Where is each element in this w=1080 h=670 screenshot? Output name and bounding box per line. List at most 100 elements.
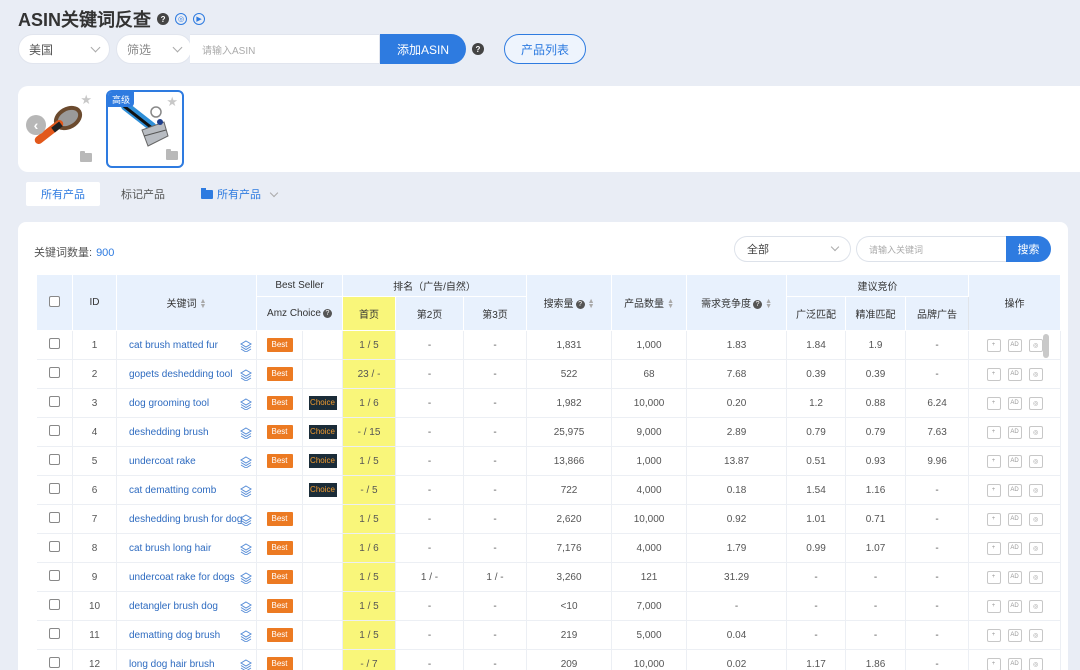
sort-icon[interactable]: ▲ ▼ — [765, 298, 772, 310]
star-icon[interactable]: ★ — [80, 92, 92, 108]
scrollbar-thumb[interactable] — [1043, 334, 1049, 358]
add-icon[interactable]: + — [986, 454, 1001, 468]
detail-icon[interactable]: ◎ — [1028, 454, 1043, 468]
row-checkbox[interactable] — [48, 425, 60, 436]
detail-icon[interactable]: ◎ — [1028, 338, 1043, 352]
layers-icon[interactable] — [240, 543, 252, 555]
add-asin-button[interactable]: 添加ASIN — [380, 34, 466, 64]
help-icon[interactable]: ? — [472, 43, 484, 55]
detail-icon[interactable]: ◎ — [1028, 657, 1043, 670]
keyword-filter-select[interactable]: 全部 — [734, 236, 851, 262]
layers-icon[interactable] — [240, 456, 252, 468]
row-checkbox[interactable] — [48, 454, 60, 465]
detail-icon[interactable]: ◎ — [1028, 367, 1043, 381]
help-icon[interactable]: ? — [157, 13, 170, 25]
add-icon[interactable]: + — [986, 570, 1001, 584]
chevron-left-icon[interactable]: ‹ — [26, 115, 46, 135]
add-icon[interactable]: + — [986, 657, 1001, 670]
keyword-link[interactable]: cat dematting comb — [116, 475, 257, 505]
keyword-link[interactable]: deshedding brush for dog — [116, 504, 257, 534]
keyword-link[interactable]: dog grooming tool — [116, 388, 257, 418]
add-icon[interactable]: + — [986, 483, 1001, 497]
row-checkbox[interactable] — [48, 338, 60, 349]
layers-icon[interactable] — [240, 514, 252, 526]
keyword-search-input[interactable]: 请输入关键词 — [856, 236, 1008, 262]
detail-icon[interactable]: ◎ — [1028, 599, 1043, 613]
row-checkbox[interactable] — [48, 657, 60, 668]
product-count-header[interactable]: 产品数量 ▲ ▼ — [611, 274, 688, 331]
help-icon[interactable]: ? — [575, 299, 585, 309]
detail-icon[interactable]: ◎ — [1028, 396, 1043, 410]
folder-icon[interactable] — [80, 151, 92, 162]
layers-icon[interactable] — [240, 427, 252, 439]
add-icon[interactable]: + — [986, 628, 1001, 642]
product-thumbnail-selected[interactable]: 高级 ★ — [106, 90, 184, 168]
keyword-header[interactable]: 关键词 ▲ ▼ — [116, 274, 257, 331]
detail-icon[interactable]: ◎ — [1028, 483, 1043, 497]
country-select[interactable]: 美国 — [18, 34, 110, 64]
video-icon[interactable]: ◎ — [175, 13, 188, 25]
help-icon[interactable]: ? — [322, 308, 332, 318]
row-checkbox[interactable] — [48, 599, 60, 610]
ad-icon[interactable]: AD — [1007, 483, 1022, 497]
star-icon[interactable]: ★ — [166, 94, 178, 110]
add-icon[interactable]: + — [986, 396, 1001, 410]
select-all-checkbox[interactable] — [49, 295, 60, 307]
search-volume-header[interactable]: 搜索量? ▲ ▼ — [526, 274, 613, 331]
folder-icon[interactable] — [166, 149, 178, 160]
keyword-link[interactable]: gopets deshedding tool — [116, 359, 257, 389]
keyword-link[interactable]: undercoat rake — [116, 446, 257, 476]
tab-all-products[interactable]: 所有产品 — [26, 182, 100, 206]
layers-icon[interactable] — [240, 398, 252, 410]
help-icon[interactable]: ? — [753, 299, 763, 309]
tab-folder-dropdown[interactable]: 所有产品 — [186, 182, 292, 206]
row-checkbox[interactable] — [48, 541, 60, 552]
ad-icon[interactable]: AD — [1007, 570, 1022, 584]
ad-icon[interactable]: AD — [1007, 541, 1022, 555]
detail-icon[interactable]: ◎ — [1028, 425, 1043, 439]
add-icon[interactable]: + — [986, 338, 1001, 352]
row-checkbox[interactable] — [48, 396, 60, 407]
asin-input[interactable]: 请输入ASIN — [190, 34, 380, 64]
ad-icon[interactable]: AD — [1007, 454, 1022, 468]
keyword-link[interactable]: cat brush matted fur — [116, 330, 257, 360]
row-checkbox[interactable] — [48, 512, 60, 523]
layers-icon[interactable] — [240, 369, 252, 381]
detail-icon[interactable]: ◎ — [1028, 541, 1043, 555]
layers-icon[interactable] — [240, 659, 252, 670]
add-icon[interactable]: + — [986, 425, 1001, 439]
add-icon[interactable]: + — [986, 541, 1001, 555]
ad-icon[interactable]: AD — [1007, 338, 1022, 352]
row-checkbox[interactable] — [48, 628, 60, 639]
keyword-link[interactable]: deshedding brush — [116, 417, 257, 447]
add-icon[interactable]: + — [986, 367, 1001, 381]
ad-icon[interactable]: AD — [1007, 512, 1022, 526]
ad-icon[interactable]: AD — [1007, 396, 1022, 410]
add-icon[interactable]: + — [986, 599, 1001, 613]
keyword-link[interactable]: detangler brush dog — [116, 591, 257, 621]
ad-icon[interactable]: AD — [1007, 599, 1022, 613]
row-checkbox[interactable] — [48, 367, 60, 378]
detail-icon[interactable]: ◎ — [1028, 570, 1043, 584]
keyword-link[interactable]: long dog hair brush — [116, 649, 257, 670]
ad-icon[interactable]: AD — [1007, 657, 1022, 670]
sort-icon[interactable]: ▲ ▼ — [667, 298, 674, 310]
add-icon[interactable]: + — [986, 512, 1001, 526]
keyword-link[interactable]: cat brush long hair — [116, 533, 257, 563]
sort-icon[interactable]: ▲ ▼ — [200, 298, 207, 310]
detail-icon[interactable]: ◎ — [1028, 512, 1043, 526]
competition-header[interactable]: 需求竞争度? ▲ ▼ — [686, 274, 788, 331]
detail-icon[interactable]: ◎ — [1028, 628, 1043, 642]
row-checkbox[interactable] — [48, 483, 60, 494]
row-checkbox[interactable] — [48, 570, 60, 581]
tab-marked-products[interactable]: 标记产品 — [106, 182, 180, 206]
filter-select[interactable]: 筛选 — [116, 34, 192, 64]
product-list-button[interactable]: 产品列表 — [504, 34, 586, 64]
layers-icon[interactable] — [240, 485, 252, 497]
keyword-link[interactable]: undercoat rake for dogs — [116, 562, 257, 592]
layers-icon[interactable] — [240, 630, 252, 642]
keyword-link[interactable]: dematting dog brush — [116, 620, 257, 650]
sort-icon[interactable]: ▲ ▼ — [588, 298, 595, 310]
ad-icon[interactable]: AD — [1007, 425, 1022, 439]
ad-icon[interactable]: AD — [1007, 628, 1022, 642]
